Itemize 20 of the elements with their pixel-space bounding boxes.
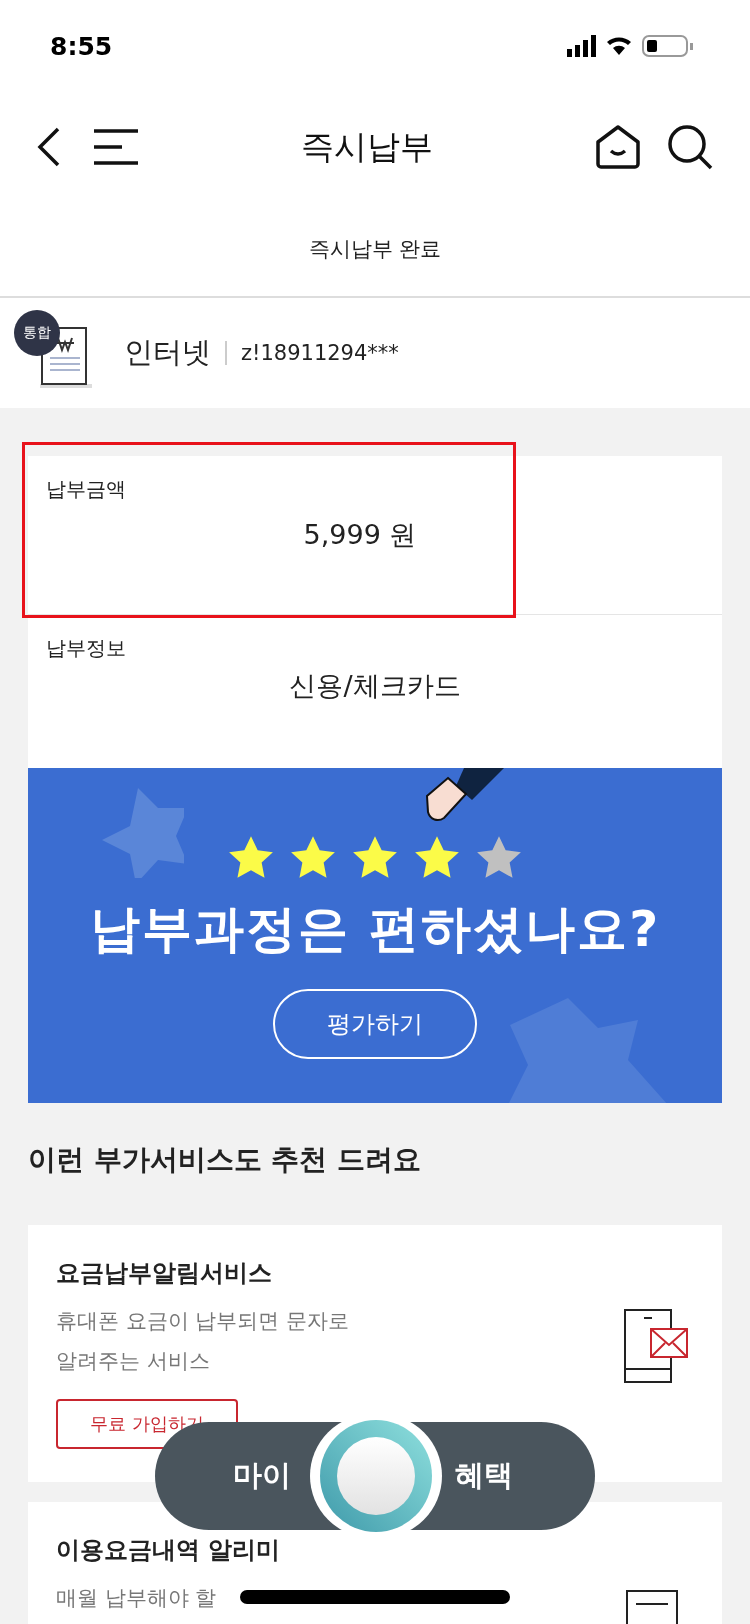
service-name: 인터넷 <box>124 334 211 371</box>
service-description: 알려주는 서비스 <box>56 1349 210 1373</box>
service-title: 이용요금내역 알리미 <box>56 1535 282 1566</box>
nav-tab[interactable]: 마이 <box>233 1456 291 1496</box>
service-description: 매월 납부해야 할 <box>56 1586 217 1610</box>
payment-value: 신용/체크카드 <box>289 669 461 703</box>
payment-value: 5,999 원 <box>303 518 417 552</box>
service-title: 요금납부알림서비스 <box>56 1258 273 1289</box>
section-heading: 이런 부가서비스도 추천 드려요 <box>28 1142 423 1178</box>
account-number: z!18911294*** <box>241 341 399 365</box>
integrated-badge: 통합 <box>14 310 60 356</box>
banner-headline: 납부과정은 편하셨나요? <box>89 899 661 960</box>
nav-tab[interactable]: 혜택 <box>455 1456 513 1496</box>
page-subtitle: 즉시납부 완료 <box>308 236 442 263</box>
status-time: 8:55 <box>50 31 113 61</box>
service-description: 휴대폰 요금이 납부되면 문자로 <box>56 1309 350 1333</box>
payment-label: 납부정보 <box>46 635 127 662</box>
payment-label: 납부금액 <box>46 476 127 503</box>
page-title: 즉시납부 <box>300 125 434 168</box>
rate-button[interactable]: 평가하기 <box>273 989 477 1059</box>
